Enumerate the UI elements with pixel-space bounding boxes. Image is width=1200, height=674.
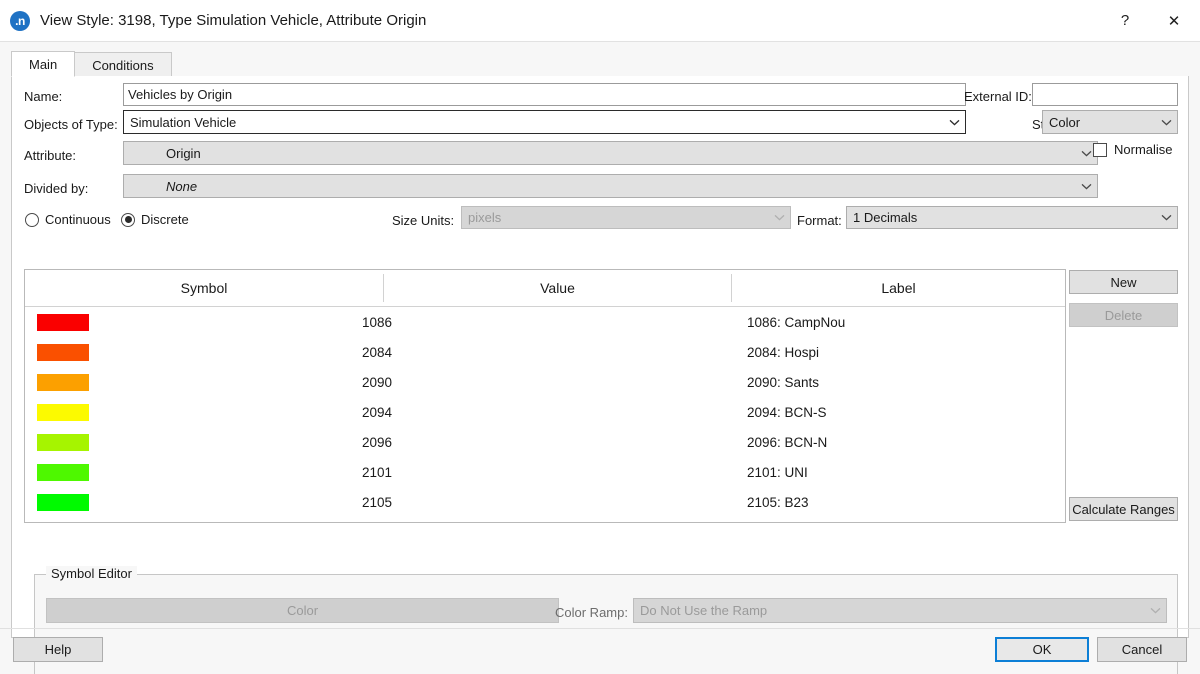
style-value: Color — [1043, 115, 1155, 130]
tab-conditions[interactable]: Conditions — [74, 52, 171, 77]
view-style-dialog: .n View Style: 3198, Type Simulation Veh… — [0, 0, 1200, 674]
title-bar: .n View Style: 3198, Type Simulation Veh… — [0, 0, 1200, 41]
row-value: 2105 — [262, 487, 392, 517]
style-combobox[interactable]: Color — [1042, 110, 1178, 134]
external-id-input[interactable] — [1032, 83, 1178, 106]
size-units-label: Size Units: — [392, 213, 454, 228]
objects-of-type-combobox[interactable]: Simulation Vehicle — [123, 110, 966, 134]
radio-circle — [121, 213, 135, 227]
table-header-row: Symbol Value Label — [25, 270, 1065, 307]
row-value: 2090 — [262, 367, 392, 397]
help-icon[interactable]: ? — [1102, 0, 1148, 41]
color-swatch[interactable] — [37, 374, 89, 391]
close-icon[interactable]: ✕ — [1148, 0, 1200, 41]
table-row[interactable]: 2105 2105: B23 — [25, 487, 1065, 517]
radio-circle — [25, 213, 39, 227]
symbol-editor-title: Symbol Editor — [46, 566, 137, 581]
tab-main[interactable]: Main — [11, 51, 75, 77]
row-label: 1086: CampNou — [747, 307, 845, 337]
row-label: 2090: Sants — [747, 367, 819, 397]
discrete-label: Discrete — [141, 212, 189, 227]
format-value: 1 Decimals — [847, 210, 1155, 225]
app-icon: .n — [10, 11, 30, 31]
objects-of-type-value: Simulation Vehicle — [124, 115, 943, 130]
chevron-down-icon — [943, 119, 965, 126]
chevron-down-icon — [1155, 214, 1177, 221]
column-header-label[interactable]: Label — [732, 270, 1065, 306]
format-combobox[interactable]: 1 Decimals — [846, 206, 1178, 229]
normalise-label: Normalise — [1114, 142, 1173, 157]
divided-by-value: None — [124, 179, 1075, 194]
column-header-value[interactable]: Value — [384, 270, 731, 306]
row-value: 2094 — [262, 397, 392, 427]
table-row[interactable]: 2096 2096: BCN-N — [25, 427, 1065, 457]
row-label: 2101: UNI — [747, 457, 808, 487]
name-label: Name: — [24, 89, 62, 104]
color-swatch[interactable] — [37, 434, 89, 451]
checkbox-box — [1093, 143, 1107, 157]
radio-continuous[interactable]: Continuous — [25, 212, 111, 227]
color-ramp-combobox[interactable]: Do Not Use the Ramp — [633, 598, 1167, 623]
table-body: 1086 1086: CampNou 2084 2084: Hospi 2090… — [25, 307, 1065, 517]
table-row[interactable]: 2084 2084: Hospi — [25, 337, 1065, 367]
window-controls: ? ✕ — [1102, 0, 1200, 41]
objects-of-type-label: Objects of Type: — [24, 117, 118, 132]
radio-discrete[interactable]: Discrete — [121, 212, 189, 227]
dialog-body: Main Conditions Name: External ID: Objec… — [0, 41, 1200, 674]
normalise-checkbox[interactable]: Normalise — [1093, 142, 1173, 157]
size-units-combobox[interactable]: pixels — [461, 206, 791, 229]
table-row[interactable]: 1086 1086: CampNou — [25, 307, 1065, 337]
ok-button[interactable]: OK — [995, 637, 1089, 662]
attribute-label: Attribute: — [24, 148, 76, 163]
chevron-down-icon — [1075, 183, 1097, 190]
footer-divider — [0, 628, 1200, 629]
row-value: 2096 — [262, 427, 392, 457]
table-row[interactable]: 2090 2090: Sants — [25, 367, 1065, 397]
new-button[interactable]: New — [1069, 270, 1178, 294]
row-value: 2101 — [262, 457, 392, 487]
row-label: 2105: B23 — [747, 487, 809, 517]
size-units-value: pixels — [462, 210, 768, 225]
row-label: 2096: BCN-N — [747, 427, 827, 457]
row-label: 2084: Hospi — [747, 337, 819, 367]
color-swatch[interactable] — [37, 464, 89, 481]
delete-button[interactable]: Delete — [1069, 303, 1178, 327]
continuous-label: Continuous — [45, 212, 111, 227]
color-swatch[interactable] — [37, 344, 89, 361]
row-value: 1086 — [262, 307, 392, 337]
divided-by-combobox[interactable]: None — [123, 174, 1098, 198]
divided-by-label: Divided by: — [24, 181, 88, 196]
cancel-button[interactable]: Cancel — [1097, 637, 1187, 662]
color-ramp-value: Do Not Use the Ramp — [634, 603, 1144, 618]
external-id-label: External ID: — [964, 89, 1032, 104]
color-ramp-label: Color Ramp: — [555, 605, 628, 620]
chevron-down-icon — [768, 214, 790, 221]
color-swatch[interactable] — [37, 314, 89, 331]
column-header-symbol[interactable]: Symbol — [25, 270, 383, 306]
window-title: View Style: 3198, Type Simulation Vehicl… — [40, 12, 426, 29]
row-label: 2094: BCN-S — [747, 397, 827, 427]
row-value: 2084 — [262, 337, 392, 367]
tab-strip: Main Conditions — [11, 51, 1189, 78]
color-button[interactable]: Color — [46, 598, 559, 623]
table-row[interactable]: 2101 2101: UNI — [25, 457, 1065, 487]
chevron-down-icon — [1144, 607, 1166, 614]
calculate-ranges-button[interactable]: Calculate Ranges — [1069, 497, 1178, 521]
table-row[interactable]: 2094 2094: BCN-S — [25, 397, 1065, 427]
chevron-down-icon — [1155, 119, 1177, 126]
format-label: Format: — [797, 213, 842, 228]
name-input[interactable] — [123, 83, 966, 106]
color-swatch[interactable] — [37, 404, 89, 421]
color-swatch[interactable] — [37, 494, 89, 511]
attribute-value: Origin — [124, 146, 1075, 161]
help-button[interactable]: Help — [13, 637, 103, 662]
attribute-combobox[interactable]: Origin — [123, 141, 1098, 165]
main-panel: Name: External ID: Objects of Type: Simu… — [11, 76, 1189, 638]
symbol-value-label-table: Symbol Value Label 1086 1086: CampNou 20… — [24, 269, 1066, 523]
